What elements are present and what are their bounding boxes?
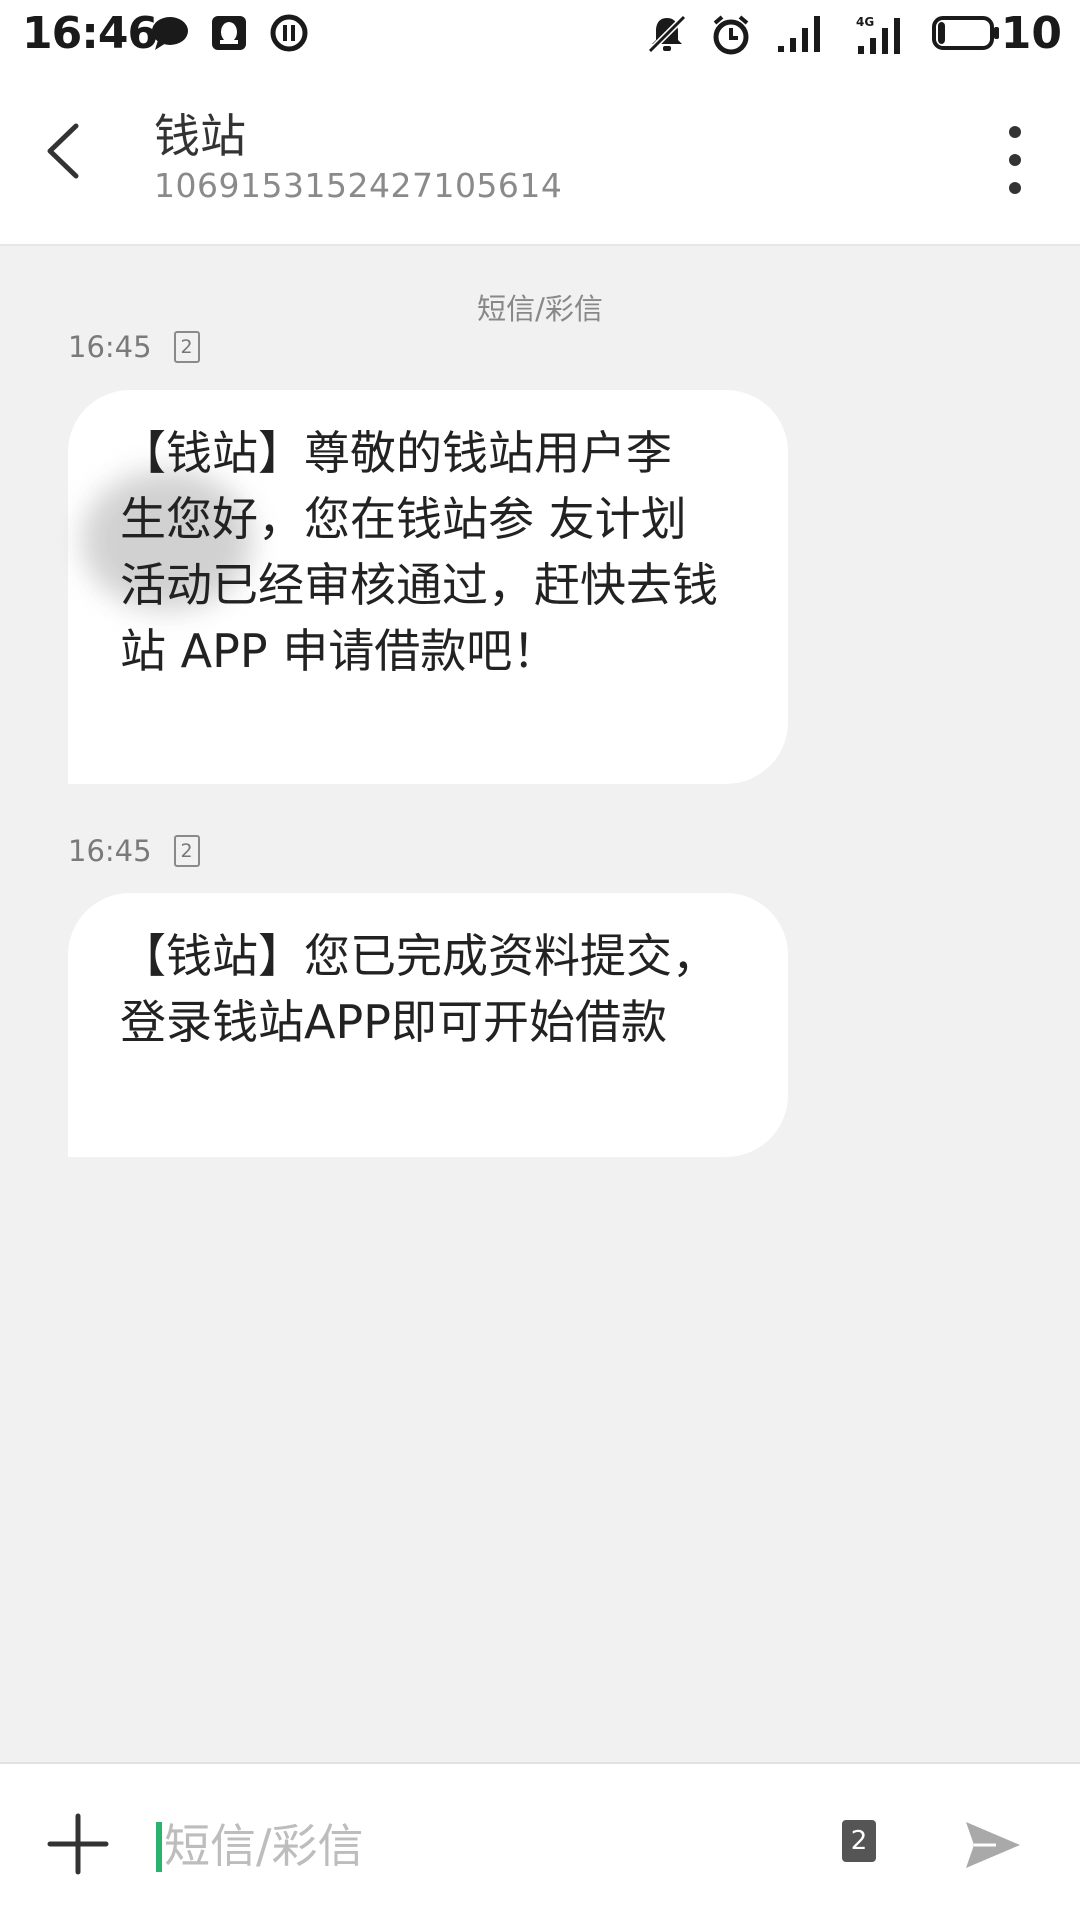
battery-icon	[932, 16, 999, 50]
sim-card-icon: 2	[173, 835, 200, 867]
send-icon[interactable]	[962, 1814, 1024, 1876]
pause-icon	[270, 14, 308, 52]
signal-icon	[778, 16, 820, 52]
message-meta: 16:45 2	[68, 330, 200, 364]
message-time: 16:45	[68, 330, 152, 364]
mute-icon	[647, 14, 687, 54]
sim-select-button[interactable]: 2	[842, 1820, 876, 1862]
status-time: 16:46	[22, 8, 158, 59]
message-time: 16:45	[68, 834, 152, 868]
svg-text:4G: 4G	[856, 15, 874, 29]
message-input[interactable]	[162, 1810, 806, 1882]
more-vertical-icon[interactable]	[980, 116, 1050, 206]
conversation-header: 钱站 1069153152427105614	[0, 66, 1080, 246]
sim-card-icon: 2	[173, 331, 200, 363]
contact-number: 1069153152427105614	[154, 166, 563, 205]
conversation-type-label: 短信/彩信	[477, 292, 603, 326]
message-meta: 16:45 2	[68, 834, 200, 868]
status-bar: 16:46 4G 10	[0, 0, 1080, 66]
signal-4g-icon: 4G	[856, 15, 900, 54]
message-composer: 2	[0, 1762, 1080, 1922]
battery-level: 10	[1000, 8, 1062, 59]
message-bubble[interactable]: 【钱站】尊敬的钱站用户李 生您好，您在钱站参 友计划活动已经审核通过，赶快去钱站…	[68, 390, 788, 784]
contact-name: 钱站	[154, 109, 246, 163]
chevron-left-icon[interactable]	[30, 116, 100, 186]
chat-icon	[152, 17, 188, 50]
qq-icon	[212, 16, 246, 50]
plus-icon[interactable]	[46, 1812, 110, 1876]
message-bubble[interactable]: 【钱站】您已完成资料提交，登录钱站APP即可开始借款	[68, 893, 788, 1157]
message-text: 【钱站】您已完成资料提交，登录钱站APP即可开始借款	[120, 929, 718, 1049]
alarm-icon	[713, 15, 749, 55]
